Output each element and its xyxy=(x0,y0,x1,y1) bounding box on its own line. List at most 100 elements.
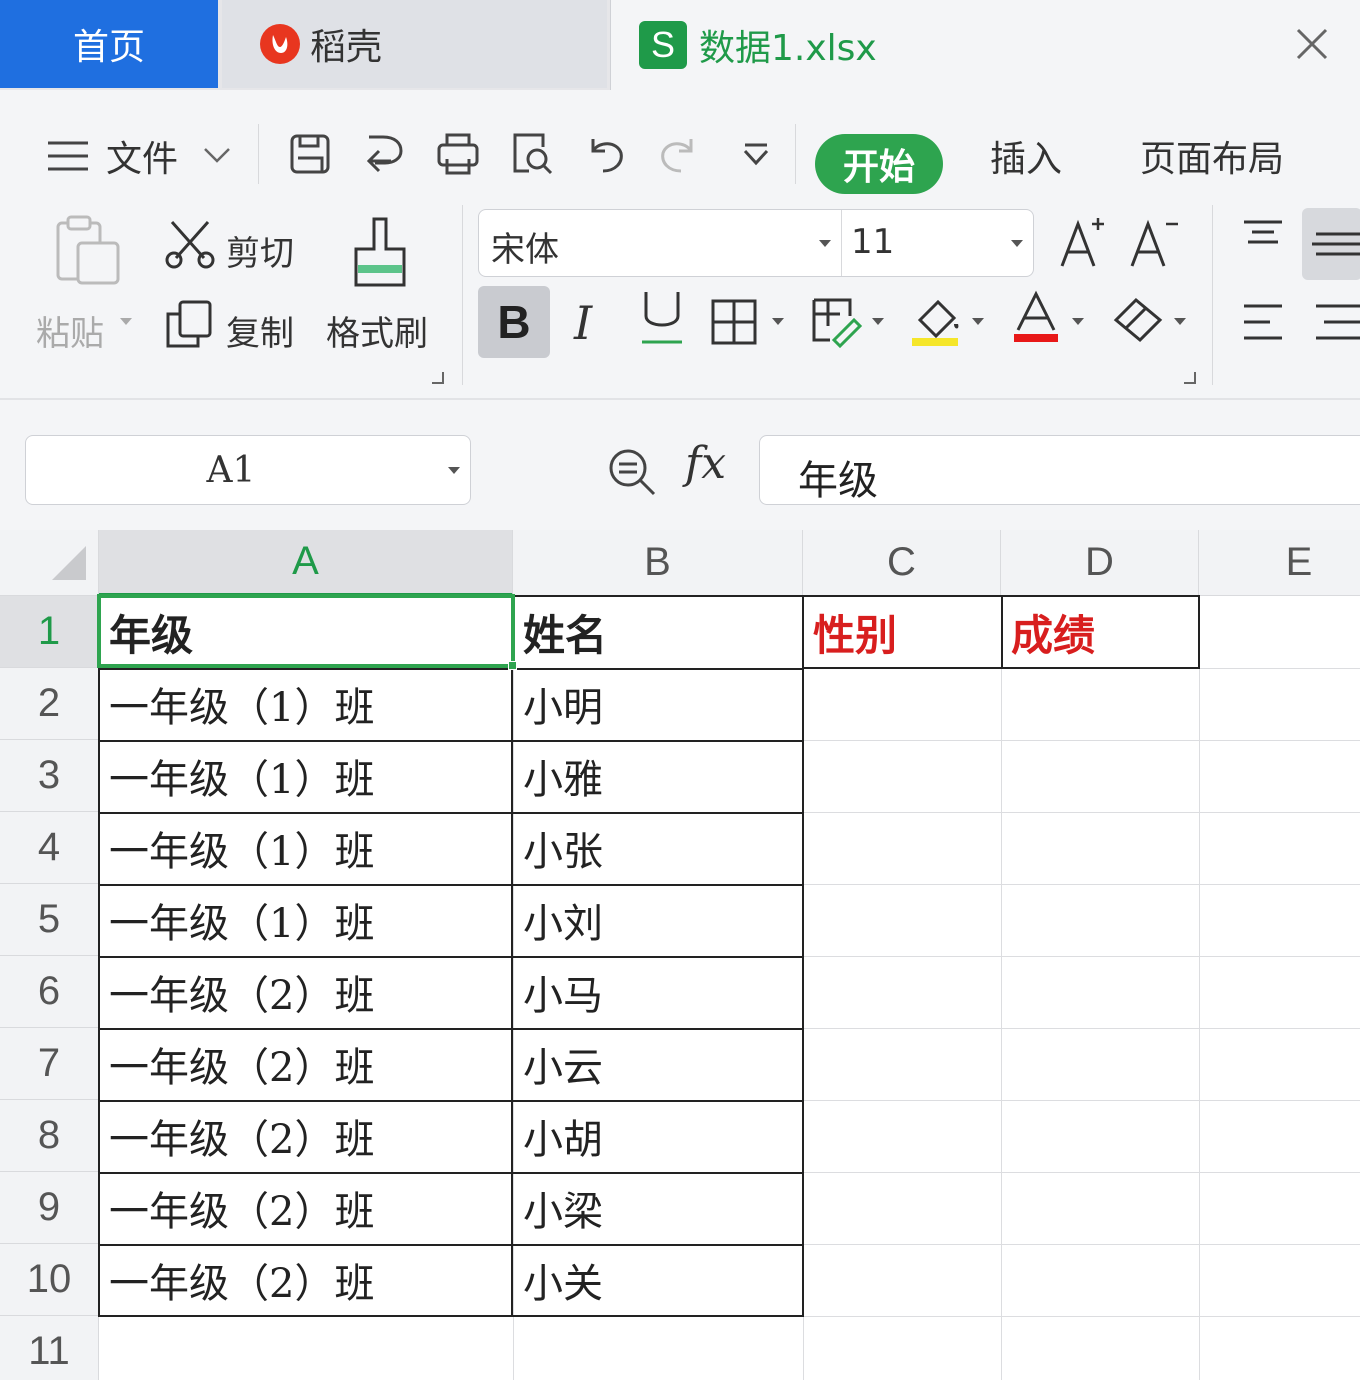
cut-label[interactable]: 剪切 xyxy=(226,226,294,275)
eraser-caret[interactable] xyxy=(1174,318,1186,325)
divider xyxy=(795,124,796,184)
cell-a10[interactable]: 一年级（2）班 xyxy=(99,1244,513,1316)
tab-start[interactable]: 开始 xyxy=(815,134,943,194)
cell-a7[interactable]: 一年级（2）班 xyxy=(99,1028,513,1100)
copy-icon[interactable] xyxy=(164,298,214,354)
font-size-caret[interactable] xyxy=(1011,240,1023,247)
cell-b6[interactable]: 小马 xyxy=(513,956,803,1028)
cell-a4[interactable]: 一年级（1）班 xyxy=(99,812,513,884)
cell-b2[interactable]: 小明 xyxy=(513,668,803,740)
cell-b5[interactable]: 小刘 xyxy=(513,884,803,956)
paste-icon[interactable] xyxy=(54,215,122,291)
insert-function-icon[interactable]: fx xyxy=(685,438,726,489)
spreadsheet-grid[interactable]: A B C D E 1 2 3 4 5 6 7 8 9 10 11 年级 姓名 性别 成绩 一年级（1）班 小明 一年级（1… xyxy=(0,530,1360,1380)
format-painter-icon[interactable] xyxy=(350,215,410,295)
borders-icon[interactable] xyxy=(710,298,758,350)
chevron-down-icon[interactable] xyxy=(202,146,232,168)
cell-b8[interactable]: 小胡 xyxy=(513,1100,803,1172)
cell-b9[interactable]: 小梁 xyxy=(513,1172,803,1244)
tab-file-active[interactable]: S 数据1.xlsx xyxy=(610,0,1360,90)
font-size-select[interactable]: 11 xyxy=(851,222,894,262)
column-header-b[interactable]: B xyxy=(513,530,803,596)
cell-a3[interactable]: 一年级（1）班 xyxy=(99,740,513,812)
cell-d1[interactable]: 成绩 xyxy=(1001,596,1199,668)
row-header-2[interactable]: 2 xyxy=(0,668,99,740)
row-header-4[interactable]: 4 xyxy=(0,812,99,884)
cell-b3[interactable]: 小雅 xyxy=(513,740,803,812)
select-all-corner[interactable] xyxy=(0,530,99,596)
row-header-9[interactable]: 9 xyxy=(0,1172,99,1244)
tab-page-layout[interactable]: 页面布局 xyxy=(1140,130,1284,182)
file-menu-label[interactable]: 文件 xyxy=(106,130,178,182)
cell-a8[interactable]: 一年级（2）班 xyxy=(99,1100,513,1172)
save-icon[interactable] xyxy=(284,128,336,180)
cell-b1[interactable]: 姓名 xyxy=(513,596,803,668)
row-header-10[interactable]: 10 xyxy=(0,1244,99,1316)
font-name-caret[interactable] xyxy=(819,240,831,247)
font-name-select[interactable]: 宋体 xyxy=(491,222,559,271)
font-color-caret[interactable] xyxy=(1072,318,1084,325)
name-box-caret[interactable] xyxy=(448,467,460,474)
cell-style-icon[interactable] xyxy=(810,296,863,352)
spreadsheet-logo-icon: S xyxy=(639,21,687,69)
cell-b7[interactable]: 小云 xyxy=(513,1028,803,1100)
column-header-a[interactable]: A xyxy=(99,530,513,596)
align-center-icon[interactable] xyxy=(1312,302,1360,346)
row-header-3[interactable]: 3 xyxy=(0,740,99,812)
undo-icon[interactable] xyxy=(580,128,632,180)
underline-button[interactable] xyxy=(640,288,684,352)
tab-home[interactable]: 首页 xyxy=(0,0,218,88)
decrease-font-size-icon[interactable] xyxy=(1128,214,1180,274)
scissors-icon[interactable] xyxy=(164,218,216,274)
row-header-6[interactable]: 6 xyxy=(0,956,99,1028)
column-header-e[interactable]: E xyxy=(1199,530,1360,596)
hamburger-menu-icon[interactable] xyxy=(46,140,90,176)
fill-color-icon[interactable] xyxy=(910,294,962,352)
paste-dropdown-caret[interactable] xyxy=(120,318,132,325)
cell-a9[interactable]: 一年级（2）班 xyxy=(99,1172,513,1244)
customize-toolbar-icon[interactable] xyxy=(730,128,782,180)
increase-font-size-icon[interactable] xyxy=(1058,214,1108,274)
row-header-5[interactable]: 5 xyxy=(0,884,99,956)
bold-button[interactable]: B xyxy=(478,286,550,358)
format-painter-label[interactable]: 格式刷 xyxy=(326,306,428,355)
print-icon[interactable] xyxy=(432,128,484,180)
cell-a1[interactable]: 年级 xyxy=(99,596,513,668)
clipboard-dialog-launcher[interactable] xyxy=(432,372,444,384)
font-color-icon[interactable] xyxy=(1012,290,1060,350)
font-dialog-launcher[interactable] xyxy=(1184,372,1196,384)
paste-label[interactable]: 粘贴 xyxy=(36,306,104,355)
eraser-icon[interactable] xyxy=(1112,296,1164,348)
column-header-c[interactable]: C xyxy=(803,530,1001,596)
row-header-1[interactable]: 1 xyxy=(0,596,99,668)
copy-label[interactable]: 复制 xyxy=(226,306,294,355)
gridline-vertical xyxy=(1199,596,1200,1380)
export-pdf-icon[interactable] xyxy=(358,128,410,180)
borders-caret[interactable] xyxy=(772,318,784,325)
align-middle-button[interactable] xyxy=(1302,208,1360,280)
cell-c1[interactable]: 性别 xyxy=(803,596,1001,668)
cell-b10[interactable]: 小关 xyxy=(513,1244,803,1316)
fill-handle[interactable] xyxy=(508,661,517,670)
cell-b4[interactable]: 小张 xyxy=(513,812,803,884)
zoom-formula-icon[interactable] xyxy=(606,446,658,502)
align-top-icon[interactable] xyxy=(1240,218,1286,258)
formula-input[interactable]: 年级 xyxy=(759,435,1360,505)
close-icon[interactable] xyxy=(1294,26,1330,62)
fill-color-caret[interactable] xyxy=(972,318,984,325)
row-header-11[interactable]: 11 xyxy=(0,1316,99,1380)
align-left-icon[interactable] xyxy=(1240,302,1286,346)
cell-a6[interactable]: 一年级（2）班 xyxy=(99,956,513,1028)
print-preview-icon[interactable] xyxy=(506,128,558,180)
column-header-d[interactable]: D xyxy=(1001,530,1199,596)
row-header-8[interactable]: 8 xyxy=(0,1100,99,1172)
tab-insert[interactable]: 插入 xyxy=(990,130,1062,182)
redo-icon[interactable] xyxy=(652,128,704,180)
name-box[interactable]: A1 xyxy=(25,435,471,505)
cell-a5[interactable]: 一年级（1）班 xyxy=(99,884,513,956)
cell-style-caret[interactable] xyxy=(872,318,884,325)
row-header-7[interactable]: 7 xyxy=(0,1028,99,1100)
tab-daoke[interactable]: 稻壳 xyxy=(222,0,607,88)
italic-button[interactable]: I xyxy=(574,296,592,350)
cell-a2[interactable]: 一年级（1）班 xyxy=(99,668,513,740)
